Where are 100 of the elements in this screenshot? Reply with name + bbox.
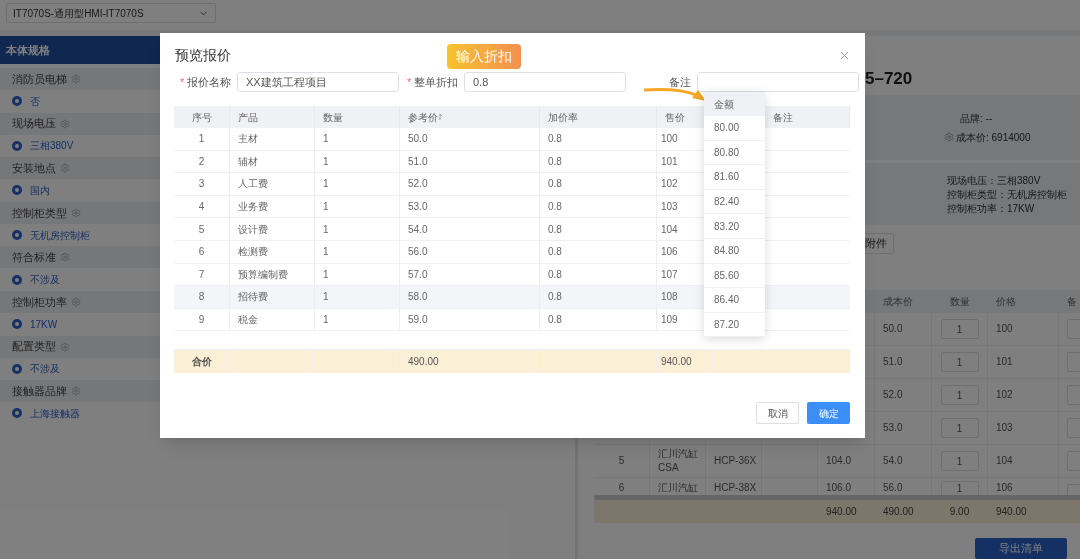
amount-cell-text: 83.20 — [714, 219, 740, 234]
scrollbar[interactable] — [594, 495, 1080, 500]
total-cell-text: 940.00 — [996, 505, 1027, 519]
table-cell-text: 0.8 — [548, 132, 562, 147]
table-cell-text: 54.0 — [883, 454, 904, 468]
radio-button[interactable] — [12, 230, 22, 241]
column-header: 序号 — [191, 110, 212, 125]
settings-icon[interactable] — [71, 386, 81, 397]
table-cell-text: 107 — [661, 267, 678, 282]
text-field[interactable]: 0.8 — [464, 72, 626, 92]
table-cell-text: 53.0 — [883, 421, 904, 435]
table-cell-text: 51.0 — [408, 154, 428, 169]
spec-label: 符合标准 — [12, 250, 56, 266]
table-cell-text: 0.8 — [548, 222, 562, 237]
amount-cell-text: 84.80 — [714, 244, 740, 259]
column-header: 数量 — [949, 295, 970, 309]
table-cell-text: 1 — [323, 132, 329, 147]
radio-button[interactable] — [12, 185, 22, 196]
tooltip: 输入折扣 — [447, 44, 521, 69]
total-label: 合价 — [191, 355, 212, 370]
table-cell-text: 1 — [323, 222, 329, 237]
table-cell-text: 59.0 — [408, 313, 428, 328]
table-cell-text: 0.8 — [548, 313, 562, 328]
column-header: 产品 — [238, 110, 258, 125]
export-button[interactable]: 导出清单 — [975, 537, 1067, 559]
spec-option[interactable]: 不涉及 — [30, 361, 60, 377]
quantity-field[interactable]: 1 — [940, 418, 979, 438]
spec-option[interactable]: 三相380V — [30, 138, 74, 154]
table-cell-text: 0.8 — [548, 154, 562, 169]
settings-icon[interactable] — [60, 341, 70, 352]
table-cell-text: 101 — [996, 355, 1014, 369]
spec-option[interactable]: 17KW — [30, 316, 58, 332]
radio-button[interactable] — [12, 140, 22, 151]
spec-label: 控制柜类型 — [12, 205, 67, 221]
spec-label: 配置类型 — [12, 339, 56, 355]
table-cell-text: 54.0 — [408, 222, 428, 237]
settings-icon[interactable] — [60, 252, 70, 263]
spec-option[interactable]: 上海接触器 — [30, 405, 80, 421]
quantity-field[interactable]: 1 — [940, 319, 979, 339]
table-cell-text: 1 — [323, 177, 329, 192]
table-cell-text: 104 — [661, 222, 678, 237]
amount-cell-text: 82.40 — [714, 195, 740, 210]
settings-icon[interactable] — [71, 74, 81, 84]
table-cell-text: 103 — [996, 421, 1014, 435]
column-header: 数量 — [323, 110, 343, 125]
table-cell-text: 57.0 — [408, 267, 428, 282]
spec-text: 控制柜功率：17KW — [947, 201, 1036, 215]
total-cell-text: 940.00 — [661, 355, 692, 370]
column-header: 备 — [1067, 295, 1077, 309]
table-cell-text: 辅材 — [238, 154, 258, 169]
radio-button[interactable] — [12, 408, 22, 419]
spec-option[interactable]: 不涉及 — [30, 272, 60, 288]
confirm-button[interactable]: 确定 — [807, 402, 850, 425]
table-cell-text: 0.8 — [548, 177, 562, 192]
column-header: 参考价 — [408, 110, 438, 125]
amount-cell-text: 86.40 — [714, 293, 740, 308]
table-cell-text: 58.0 — [408, 290, 428, 305]
table-cell-text: 检测费 — [238, 245, 268, 260]
settings-icon[interactable] — [60, 118, 70, 129]
table-cell-text: 106 — [661, 245, 678, 260]
table-cell-text: 7 — [198, 267, 205, 282]
table-cell-text: 汇川汽缸 — [658, 481, 699, 495]
quantity-field[interactable]: 1 — [940, 352, 979, 372]
close-icon[interactable] — [840, 50, 849, 60]
table-cell-text: CSA — [658, 461, 680, 475]
table-cell-text: 预算编制费 — [238, 267, 288, 282]
table-cell-text: 106 — [996, 481, 1014, 495]
spec-option[interactable]: 国内 — [30, 183, 50, 198]
table-cell-text: 50.0 — [883, 322, 904, 336]
table-cell-text: 招待费 — [238, 290, 268, 305]
spec-label: 控制柜功率 — [12, 294, 67, 310]
table-cell-text: 4 — [198, 200, 205, 215]
table-cell-text: 1 — [323, 267, 329, 282]
model-select[interactable]: IT7070S-通用型HMI-IT7070S — [6, 3, 216, 23]
table-cell-text: 1 — [198, 132, 205, 147]
quantity-field[interactable]: 1 — [940, 451, 979, 471]
settings-icon[interactable] — [71, 296, 81, 307]
field-label: 备注 — [668, 74, 692, 90]
radio-button[interactable] — [12, 319, 22, 330]
text-field[interactable] — [697, 72, 859, 92]
radio-button[interactable] — [12, 96, 22, 107]
spec-option[interactable]: 否 — [30, 93, 40, 109]
radio-button[interactable] — [12, 274, 22, 285]
cancel-button[interactable]: 取消 — [756, 402, 799, 425]
radio-button[interactable] — [12, 363, 22, 374]
settings-icon[interactable] — [71, 207, 81, 218]
settings-icon[interactable] — [60, 163, 70, 174]
sort-icon[interactable] — [439, 113, 443, 121]
text-field[interactable]: XX建筑工程项目 — [237, 72, 399, 92]
quantity-field[interactable]: 1 — [940, 385, 979, 405]
table-cell-text: 3 — [198, 177, 205, 192]
spec-option[interactable]: 无机房控制柜 — [30, 227, 90, 243]
table-cell-text: 100 — [661, 132, 678, 147]
table-cell: 5 — [618, 454, 625, 468]
table-cell-text: 0.8 — [548, 290, 562, 305]
column-header: 售价 — [665, 110, 685, 125]
table-cell-text: 104 — [996, 454, 1014, 468]
amount-cell-text: 85.60 — [714, 268, 740, 283]
total-cell-text: 940.00 — [826, 505, 857, 519]
table-cell-text: 0.8 — [548, 200, 562, 215]
